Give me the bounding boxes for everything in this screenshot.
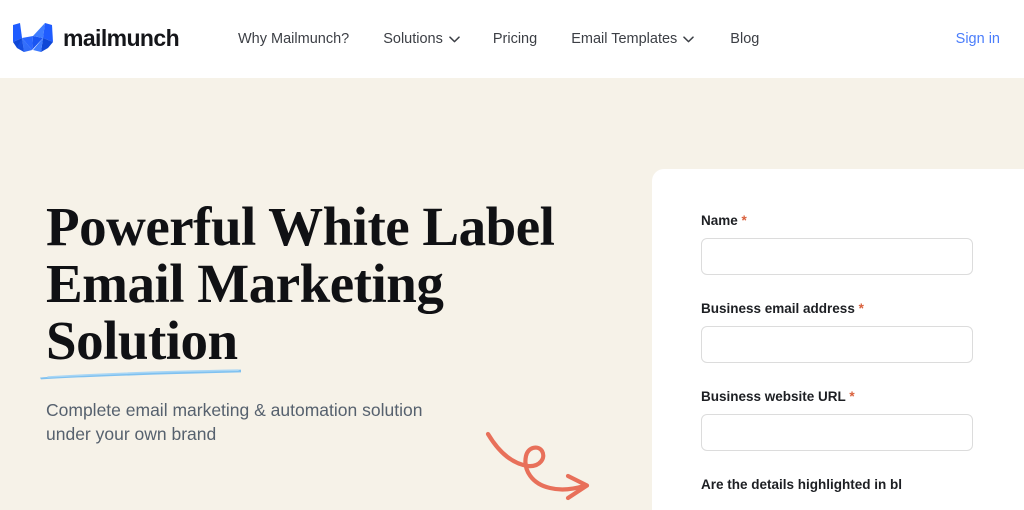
business-website-field-label: Business website URL * [701,389,972,404]
page-title: Powerful White Label Email Marketing Sol… [46,196,555,371]
nav-item-label: Why Mailmunch? [238,31,350,47]
mailmunch-m-logo-icon [13,23,53,52]
form-field-name: Name * [701,213,973,275]
signup-form: Name * Business email address * Business… [652,169,1024,492]
landing-page: mailmunch Why Mailmunch? Solutions Prici… [0,0,1024,510]
nav-item-label: Email Templates [571,31,678,47]
business-website-input[interactable] [701,414,973,451]
name-input[interactable] [701,238,973,275]
hero-copy: Powerful White Label Email Marketing Sol… [40,196,626,380]
nav-item-solutions[interactable]: Solutions [383,31,493,47]
brand-name: mailmunch [63,24,180,51]
business-website-field-label-text: Business website URL [701,389,846,404]
chevron-down-icon [683,35,695,42]
form-field-business-website: Business website URL * [701,389,973,451]
required-marker: * [849,389,855,404]
brand-logo-link[interactable]: mailmunch [12,22,180,54]
form-field-business-email: Business email address * [701,301,973,363]
nav-item-pricing[interactable]: Pricing [493,31,571,47]
name-field-label: Name * [701,213,972,228]
business-email-field-label: Business email address * [701,301,972,316]
nav-item-why-mailmunch[interactable]: Why Mailmunch? [238,31,383,47]
signup-form-panel: Name * Business email address * Business… [652,169,1024,510]
name-field-label-text: Name [701,213,738,228]
chevron-down-icon [449,35,460,42]
nav-item-blog[interactable]: Blog [730,31,785,47]
nav-item-email-templates[interactable]: Email Templates [571,31,730,47]
business-email-input[interactable] [701,326,973,363]
nav-item-label: Blog [730,31,760,47]
hero-subtitle: Complete email marketing & automation so… [46,400,423,444]
nav-item-label: Pricing [492,31,538,47]
next-field-label-clipped: Are the details highlighted in bl [701,477,903,492]
sign-in-link[interactable]: Sign in [956,0,1000,78]
required-marker: * [741,213,747,228]
nav-item-label: Solutions [383,31,443,47]
business-email-field-label-text: Business email address [701,301,855,316]
site-header: mailmunch Why Mailmunch? Solutions Prici… [0,0,1024,78]
required-marker: * [858,301,864,316]
main-navigation: Why Mailmunch? Solutions Pricing Email T… [238,0,785,78]
